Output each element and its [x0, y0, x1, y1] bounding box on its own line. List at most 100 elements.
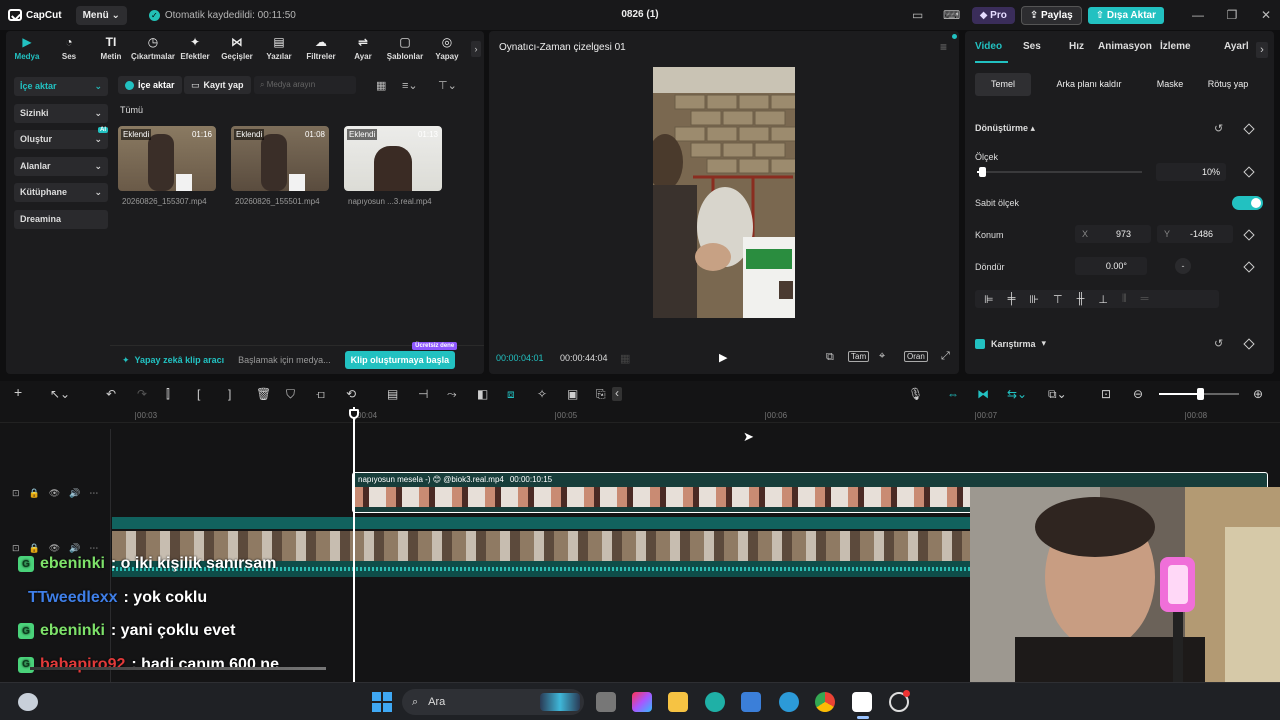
scale-slider-knob[interactable] [979, 167, 987, 177]
view-mode-icon[interactable]: ▦ [376, 79, 386, 92]
tab-media[interactable]: ▶ Medya [6, 31, 48, 65]
task-view-icon[interactable] [596, 692, 616, 712]
tab-ai[interactable]: ◎ Yapay [426, 31, 468, 65]
edge-icon[interactable] [705, 692, 725, 712]
align-middle-icon[interactable]: ╫ [1077, 293, 1085, 305]
collapse-icon[interactable]: ‹ [612, 387, 622, 401]
tab-audio[interactable]: ◔ Ses [48, 31, 90, 65]
aspect-ratio-button[interactable]: Oran [904, 351, 928, 362]
tabs-scroll-right-icon[interactable]: › [1256, 42, 1268, 58]
close-icon[interactable]: ✕ [1252, 8, 1280, 22]
chat-scrollbar[interactable] [30, 667, 326, 670]
property-tab[interactable]: İzleme [1160, 41, 1191, 52]
keyframe-icon[interactable] [1243, 166, 1255, 178]
subtitle-icon[interactable]: ▣ [567, 388, 578, 400]
zoom-in-icon[interactable]: ⊕ [1253, 388, 1263, 400]
frame-icon[interactable]: ▦ [620, 352, 630, 365]
layout-icon[interactable]: ▭ [904, 8, 932, 22]
pro-button[interactable]: ◆ Pro [971, 6, 1015, 24]
property-subtab[interactable]: Rötuş yap [1197, 73, 1259, 96]
ai-clip-label[interactable]: Yapay zekâ klip aracı [135, 355, 225, 365]
link-main-track-icon[interactable]: ⇔ [947, 388, 959, 400]
track-select-icon[interactable]: ⊡ [12, 488, 20, 499]
maximize-icon[interactable]: ❐ [1218, 8, 1246, 22]
redo-icon[interactable]: ↷ [137, 388, 147, 400]
property-subtab[interactable]: Arka planı kaldır [1035, 73, 1143, 96]
select-tool-icon[interactable]: ↖⌄ [50, 388, 70, 400]
align-right-icon[interactable]: ⊪ [1029, 293, 1039, 306]
transform-section[interactable]: Dönüştürme ▴ [975, 123, 1035, 134]
chrome-icon[interactable] [815, 692, 835, 712]
lock-icon[interactable]: 🔒 [29, 543, 40, 554]
magic-icon[interactable]: ✧ [537, 388, 547, 400]
globe-icon[interactable] [779, 692, 799, 712]
shortcuts-icon[interactable]: ⌨ [938, 8, 966, 22]
copy-icon[interactable]: ⎘ [596, 388, 606, 400]
reverse-icon[interactable]: ⊣ [418, 388, 428, 400]
minimize-icon[interactable]: — [1184, 8, 1212, 22]
lock-icon[interactable]: 🔒 [29, 488, 40, 499]
copilot-icon[interactable] [632, 692, 652, 712]
rotate-input[interactable]: 0.00° [1075, 257, 1147, 275]
sidebar-item[interactable]: Dreamina [14, 209, 108, 229]
zoom-slider[interactable] [1159, 388, 1239, 400]
snap-icon[interactable]: ⧓ [977, 388, 989, 400]
checkbox-checked-icon[interactable] [975, 338, 985, 349]
filter-icon[interactable]: ⊤⌄ [438, 79, 457, 92]
media-thumbnail[interactable]: Eklendi 01:13 [344, 126, 442, 191]
align-top-icon[interactable]: ⊤ [1053, 293, 1063, 306]
playhead-handle[interactable] [349, 409, 359, 419]
scale-input[interactable]: 10% [1156, 163, 1226, 181]
position-x-input[interactable]: X 973 [1075, 225, 1151, 243]
rotate-dial-icon[interactable]: - [1175, 258, 1191, 274]
tab-filters[interactable]: ☁ Filtreler [300, 31, 342, 65]
align-center-icon[interactable]: ╪ [1008, 293, 1016, 305]
tab-adjust[interactable]: ⇌ Ayar [342, 31, 384, 65]
property-tab[interactable]: Video [975, 41, 1002, 52]
reset-icon[interactable]: ↺ [1214, 337, 1223, 350]
crop-icon[interactable]: ⧉ [826, 351, 834, 364]
sidebar-item[interactable]: Alanlar ⌄ [14, 156, 108, 176]
mirror-icon[interactable]: ⟲ [346, 388, 356, 400]
sidebar-item[interactable]: Kütüphane ⌄ [14, 183, 108, 202]
weather-icon[interactable] [18, 693, 38, 711]
zoom-out-icon[interactable]: ⊖ [1133, 388, 1143, 400]
distribute-vertical-icon[interactable]: ═ [1141, 293, 1149, 305]
property-tab[interactable]: Ses [1023, 41, 1041, 52]
property-tab[interactable]: Hız [1069, 41, 1084, 52]
delete-icon[interactable]: 🗑 [256, 388, 271, 400]
link-clips-icon[interactable]: ⇆⌄ [1007, 388, 1027, 400]
share-button[interactable]: ⇪ Paylaş [1020, 5, 1082, 25]
keyframe-icon[interactable] [1243, 229, 1255, 241]
trim-right-icon[interactable]: ] [228, 388, 231, 400]
keyframe-icon[interactable] [1243, 123, 1255, 135]
taskbar-search[interactable]: ⌕ Ara [402, 689, 584, 715]
tab-captions[interactable]: ▤ Yazılar [258, 31, 300, 65]
video-preview[interactable] [653, 67, 795, 318]
audio-icon[interactable]: 🔊 [69, 543, 80, 554]
property-tab[interactable]: Ayarl [1224, 41, 1249, 52]
scale-slider[interactable] [977, 167, 1142, 177]
menu-button[interactable]: Menü ⌄ [75, 5, 127, 25]
focus-icon[interactable]: ⌖ [879, 350, 885, 363]
start-clip-button[interactable]: Klip oluşturmaya başla Ücretsiz dene [344, 342, 458, 369]
property-subtab[interactable]: Maske [1147, 73, 1193, 96]
import-chip[interactable]: İçe aktar [118, 76, 182, 94]
player-menu-icon[interactable]: ≡ [940, 40, 947, 54]
tab-templates[interactable]: ▢ Şablonlar [384, 31, 426, 65]
media-search-input[interactable]: ⌕ Medya arayın [254, 76, 356, 94]
tab-text[interactable]: TI Metin [90, 31, 132, 65]
distribute-horizontal-icon[interactable]: ⫴ [1122, 293, 1127, 306]
property-subtab[interactable]: Temel [975, 73, 1031, 96]
sidebar-item[interactable]: Sizinki ⌄ [14, 103, 108, 123]
align-bottom-icon[interactable]: ⊥ [1098, 293, 1108, 306]
preview-axis-icon[interactable]: ⧉⌄ [1048, 388, 1067, 400]
more-icon[interactable]: ⋯ [89, 543, 98, 554]
trim-left-icon[interactable]: [ [197, 388, 200, 400]
start-icon[interactable] [372, 692, 392, 712]
auto-reframe-icon[interactable]: ⧈ [507, 388, 515, 400]
transform-icon[interactable]: ◧ [477, 388, 488, 400]
more-icon[interactable]: ⋯ [89, 488, 98, 499]
fullscreen-icon[interactable]: ⤢ [941, 350, 950, 363]
store-icon[interactable] [741, 692, 761, 712]
